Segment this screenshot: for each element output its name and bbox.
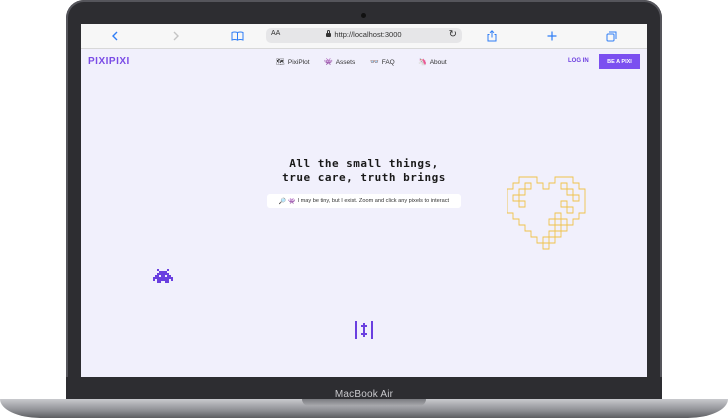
be-a-pixi-button[interactable]: BE A PIXI — [599, 54, 640, 69]
magnifier-alien-icon: 🔎 👾 — [278, 198, 296, 205]
pixel-heart-icon[interactable] — [507, 175, 591, 257]
nav-label: Assets — [335, 58, 356, 66]
nav-item-pixiplot[interactable]: 🗺 PixiPlot — [276, 58, 310, 67]
map-icon: 🗺 — [276, 59, 285, 66]
site-logo[interactable]: PIXIPIXI — [88, 56, 130, 67]
lock-icon — [326, 30, 332, 37]
camera-icon — [361, 13, 366, 18]
hero-heading: All the small things, true care, truth b… — [244, 157, 484, 185]
nav-label: About — [429, 58, 447, 66]
nav-item-faq[interactable]: 👓 FAQ — [370, 58, 395, 67]
plus-icon[interactable] — [543, 27, 561, 45]
chevron-right-icon[interactable] — [167, 27, 185, 45]
browser-window: AA http://localhost:3000 ↻ PIXIPIXI 🗺 Pi… — [81, 24, 647, 377]
hero-line-2: true care, truth brings — [282, 171, 446, 184]
share-icon[interactable] — [483, 27, 501, 45]
nav-item-assets[interactable]: 👾 Assets — [324, 58, 356, 67]
laptop-notch — [302, 399, 426, 406]
address-bar[interactable]: AA http://localhost:3000 ↻ — [266, 28, 462, 43]
browser-toolbar: AA http://localhost:3000 ↻ — [81, 24, 647, 49]
unicorn-icon: 🦄 — [418, 59, 427, 66]
nav-label: PixiPlot — [287, 58, 310, 66]
alien-monster-icon: 👾 — [324, 59, 333, 66]
login-link[interactable]: LOG IN — [568, 58, 589, 64]
space-invader-icon[interactable] — [153, 269, 173, 283]
tabs-icon[interactable] — [602, 27, 620, 45]
chevron-left-icon[interactable] — [106, 27, 124, 45]
hero-line-1: All the small things, — [289, 157, 439, 170]
hint-pill: 🔎 👾 I may be tiny, but I exist. Zoom and… — [267, 194, 461, 208]
scroll-arrows-icon[interactable] — [354, 320, 374, 340]
nav-label: FAQ — [381, 58, 395, 66]
reload-icon[interactable]: ↻ — [449, 29, 457, 40]
nav-item-about[interactable]: 🦄 About — [418, 58, 447, 67]
book-icon[interactable] — [228, 27, 246, 45]
url-text: http://localhost:3000 — [334, 30, 402, 39]
glasses-icon: 👓 — [370, 59, 379, 66]
hint-text: I may be tiny, but I exist. Zoom and cli… — [297, 198, 450, 204]
